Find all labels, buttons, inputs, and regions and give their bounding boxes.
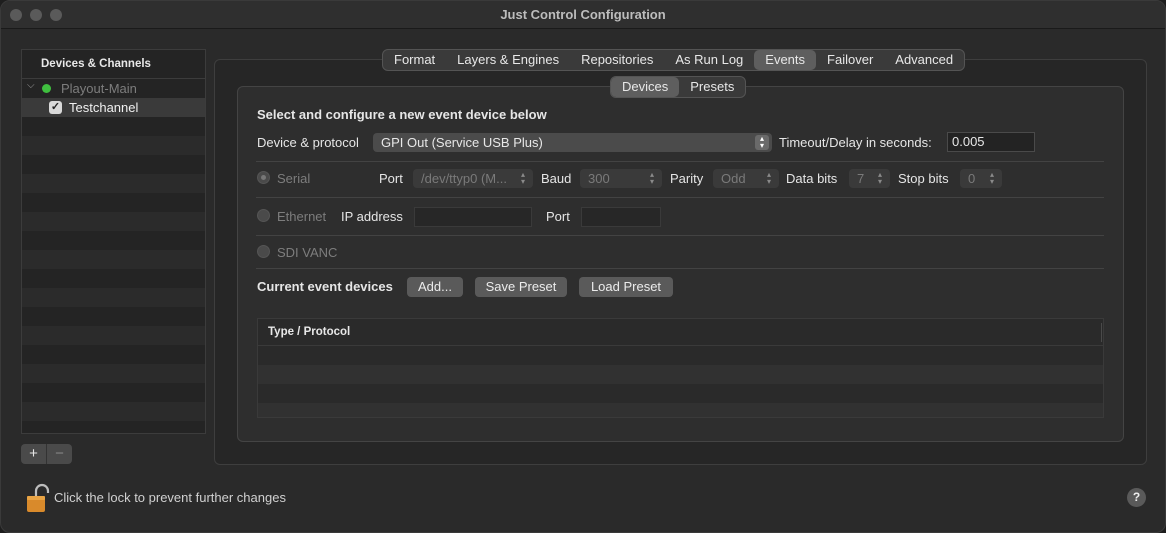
current-devices-label: Current event devices <box>257 279 393 294</box>
tab-events[interactable]: Events <box>754 50 817 70</box>
list-row-stripe <box>22 174 205 193</box>
list-row-stripe <box>22 402 205 421</box>
list-row-stripe <box>22 307 205 326</box>
status-dot-icon <box>42 84 51 93</box>
ethernet-label: Ethernet <box>277 209 327 224</box>
list-row-stripe <box>22 326 205 345</box>
ethernet-radio[interactable] <box>257 209 270 222</box>
updown-chevron-icon: ▴ ▾ <box>520 170 525 186</box>
event-subtabs: Devices Presets <box>610 76 747 98</box>
lock-icon[interactable] <box>26 483 50 516</box>
databits-label: Data bits <box>786 171 838 186</box>
list-row-stripe <box>22 117 205 136</box>
stopbits-value: 0 <box>968 171 976 186</box>
devices-channels-list[interactable]: Devices & Channels ⌵ Playout-Main ✓ Test… <box>21 49 206 434</box>
stopbits-label: Stop bits <box>898 171 949 186</box>
list-row-stripe <box>22 345 205 364</box>
list-row-stripe <box>22 212 205 231</box>
serial-label: Serial <box>277 171 311 186</box>
list-row-stripe <box>22 288 205 307</box>
main-tabs: Format Layers & Engines Repositories As … <box>382 49 966 71</box>
tab-as-run-log[interactable]: As Run Log <box>664 50 754 70</box>
table-row <box>258 346 1103 365</box>
column-header-type-protocol[interactable]: Type / Protocol <box>258 319 1103 346</box>
serial-port-select[interactable]: /dev/ttyp0 (M... ▴ ▾ <box>413 169 533 188</box>
tab-failover[interactable]: Failover <box>816 50 884 70</box>
title-bar: Just Control Configuration <box>1 1 1165 29</box>
updown-chevron-icon: ▴ ▾ <box>877 170 882 186</box>
list-row-stripe <box>22 155 205 174</box>
serial-port-label: Port <box>379 171 403 186</box>
baud-label: Baud <box>541 171 572 186</box>
divider <box>256 235 1104 236</box>
list-row-stripe <box>22 364 205 383</box>
table-row <box>258 384 1103 403</box>
list-row-stripe <box>22 421 205 433</box>
serial-radio[interactable] <box>257 171 270 184</box>
parity-select[interactable]: Odd ▴ ▾ <box>713 169 779 188</box>
updown-chevron-icon: ▴ ▾ <box>649 170 654 186</box>
channel-checkbox[interactable]: ✓ <box>49 101 62 114</box>
table-row <box>258 403 1103 417</box>
updown-chevron-icon: ▴ ▾ <box>755 135 769 150</box>
divider <box>256 197 1104 198</box>
device-protocol-label: Device & protocol <box>257 135 359 150</box>
add-device-button[interactable]: + <box>21 444 47 464</box>
sidebar-header: Devices & Channels <box>22 50 205 79</box>
ethernet-port-label: Port <box>546 209 570 224</box>
event-devices-table[interactable]: Type / Protocol <box>257 318 1104 418</box>
device-label: Playout-Main <box>61 81 137 96</box>
tab-repositories[interactable]: Repositories <box>570 50 664 70</box>
add-event-device-button[interactable]: Add... <box>407 277 463 297</box>
list-row-stripe <box>22 269 205 288</box>
remove-device-button[interactable]: − <box>47 444 72 464</box>
stopbits-select[interactable]: 0 ▴ ▾ <box>960 169 1002 188</box>
ip-address-input[interactable] <box>414 207 532 227</box>
sdi-vanc-radio[interactable] <box>257 245 270 258</box>
chevron-down-icon[interactable]: ⌵ <box>27 80 35 91</box>
list-row-stripe <box>22 250 205 269</box>
device-protocol-select[interactable]: GPI Out (Service USB Plus) ▴ ▾ <box>373 133 772 152</box>
updown-chevron-icon: ▴ ▾ <box>989 170 994 186</box>
sdi-vanc-label: SDI VANC <box>277 245 338 260</box>
ethernet-port-input[interactable] <box>581 207 661 227</box>
parity-value: Odd <box>721 171 746 186</box>
add-remove-control: + − <box>21 444 72 464</box>
list-row-stripe <box>22 136 205 155</box>
databits-select[interactable]: 7 ▴ ▾ <box>849 169 890 188</box>
timeout-label: Timeout/Delay in seconds: <box>779 135 932 150</box>
tab-layers-engines[interactable]: Layers & Engines <box>446 50 570 70</box>
divider <box>256 268 1104 269</box>
baud-value: 300 <box>588 171 610 186</box>
parity-label: Parity <box>670 171 704 186</box>
databits-value: 7 <box>857 171 865 186</box>
lock-status-text: Click the lock to prevent further change… <box>54 490 286 505</box>
ip-address-label: IP address <box>341 209 403 224</box>
list-row-stripe <box>22 231 205 250</box>
timeout-input[interactable]: 0.005 <box>947 132 1035 152</box>
list-row-stripe <box>22 383 205 402</box>
channel-label: Testchannel <box>69 100 139 115</box>
table-row <box>258 365 1103 384</box>
tree-item-device[interactable]: ⌵ Playout-Main <box>22 79 205 98</box>
window-title: Just Control Configuration <box>500 7 666 22</box>
section-heading: Select and configure a new event device … <box>257 107 547 122</box>
device-protocol-value: GPI Out (Service USB Plus) <box>381 135 543 150</box>
tab-advanced[interactable]: Advanced <box>884 50 964 70</box>
window: Just Control Configuration Devices & Cha… <box>0 0 1166 533</box>
load-preset-button[interactable]: Load Preset <box>579 277 673 297</box>
help-button[interactable]: ? <box>1127 488 1146 507</box>
tab-format[interactable]: Format <box>383 50 446 70</box>
subtab-presets[interactable]: Presets <box>679 77 745 97</box>
serial-port-value: /dev/ttyp0 (M... <box>421 171 507 186</box>
baud-select[interactable]: 300 ▴ ▾ <box>580 169 662 188</box>
divider <box>256 161 1104 162</box>
subtab-devices[interactable]: Devices <box>611 77 680 97</box>
list-row-stripe <box>22 193 205 212</box>
tree-item-channel[interactable]: ✓ Testchannel <box>22 98 205 117</box>
updown-chevron-icon: ▴ ▾ <box>766 170 771 186</box>
save-preset-button[interactable]: Save Preset <box>475 277 567 297</box>
